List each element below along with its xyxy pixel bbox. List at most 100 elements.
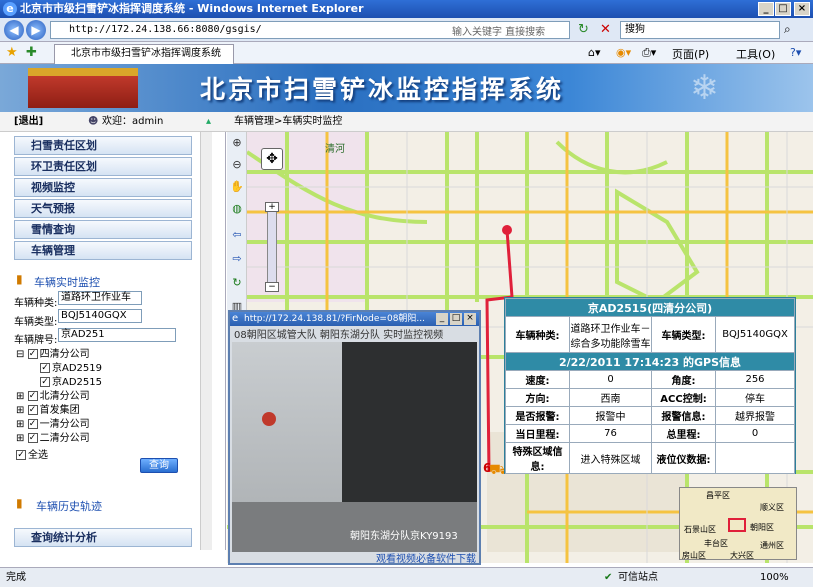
stop-icon[interactable]: ✕ xyxy=(600,22,616,38)
menu-video-monitor[interactable]: 视频监控 xyxy=(14,178,192,197)
info-value xyxy=(715,442,795,474)
info-label: 方向: xyxy=(505,388,570,407)
menu-statistics[interactable]: 查询统计分析 xyxy=(14,528,192,547)
vehicle-info-popup: 京AD2515(四清分公司) 车辆种类: 道路环卫作业车－综合多功能除雪车 车辆… xyxy=(504,297,796,474)
video-software-link[interactable]: 观看视频必备软件下载 xyxy=(376,550,476,565)
pan-hand-icon[interactable]: ✋ xyxy=(230,180,244,194)
tools-menu[interactable]: 工具(O) xyxy=(736,46,775,62)
tree-item-org[interactable]: ⊞ ✓ 二清分公司 xyxy=(16,429,90,444)
status-bar: 完成 ✔ 可信站点 100% xyxy=(0,567,813,587)
realtime-monitor-link[interactable]: 车辆实时监控 xyxy=(34,274,100,290)
sidebar-scrollbar[interactable] xyxy=(200,132,212,550)
video-popup-window[interactable]: http://172.24.138.81/?FirNode=08朝阳... e … xyxy=(228,310,481,565)
overview-label: 通州区 xyxy=(760,541,784,550)
plate-label: 车辆牌号: xyxy=(14,335,58,346)
menu-sanitation-zone[interactable]: 环卫责任区划 xyxy=(14,157,192,176)
menu-vehicle-management[interactable]: 车辆管理 xyxy=(14,241,192,260)
zoom-out-button[interactable]: − xyxy=(265,282,279,292)
close-button[interactable]: × xyxy=(794,2,810,16)
video-maximize-button[interactable]: □ xyxy=(450,313,462,325)
overview-label: 丰台区 xyxy=(704,539,728,548)
history-track-link[interactable]: 车辆历史轨迹 xyxy=(36,498,102,514)
info-value: 西南 xyxy=(569,388,652,407)
overview-map[interactable]: 昌平区 顺义区 石景山区 朝阳区 通州区 丰台区 大兴区 房山区 xyxy=(679,487,797,560)
vehicle-model-select[interactable]: BQJ5140GQX xyxy=(58,309,142,323)
help-icon[interactable]: ?▾ xyxy=(790,46,801,59)
video-feed[interactable]: 朝阳东湖分队京KY9193 xyxy=(232,342,477,552)
user-icon: ☻ xyxy=(88,116,99,127)
video-minimize-button[interactable]: _ xyxy=(436,313,448,325)
home-icon[interactable]: ⌂▾ xyxy=(588,46,601,59)
print-icon[interactable]: ⎙▾ xyxy=(642,46,656,60)
add-favorite-icon[interactable]: ✚ xyxy=(26,45,37,60)
overview-label: 顺义区 xyxy=(760,503,784,512)
back-extent-icon[interactable]: ⇦ xyxy=(230,228,244,242)
info-label: 角度: xyxy=(651,370,716,389)
search-icon[interactable]: ⌕ xyxy=(784,22,791,37)
menu-snow-query[interactable]: 雪情查询 xyxy=(14,220,192,239)
menu-weather[interactable]: 天气预报 xyxy=(14,199,192,218)
info-value: 76 xyxy=(569,424,652,443)
status-text: 完成 xyxy=(6,572,26,583)
tree-item-org[interactable]: ⊞ ✓ 北清分公司 xyxy=(16,387,90,402)
type-label: 车辆种类: xyxy=(14,298,58,309)
info-value: 停车 xyxy=(715,388,795,407)
info-bar: [退出] ☻ 欢迎：admin ▴ 车辆管理>车辆实时监控 xyxy=(0,112,813,132)
video-building xyxy=(342,342,477,502)
plate-input[interactable]: 京AD251 xyxy=(58,328,176,342)
breadcrumb: 车辆管理>车辆实时监控 xyxy=(234,116,343,127)
info-value: 0 xyxy=(715,424,795,443)
favorites-star-icon[interactable]: ★ xyxy=(6,45,18,60)
globe-icon[interactable]: ◍ xyxy=(230,202,244,216)
query-button[interactable]: 查询 xyxy=(140,458,178,473)
browser-tab[interactable]: 北京市市级扫雪铲冰指挥调度系统 xyxy=(54,44,234,64)
overview-label: 朝阳区 xyxy=(750,523,774,532)
window-title: 北京市市级扫雪铲冰指挥调度系统 - Windows Internet Explo… xyxy=(20,2,364,15)
logout-link[interactable]: [退出] xyxy=(14,112,43,132)
video-close-button[interactable]: × xyxy=(464,313,476,325)
vehicle-type-select[interactable]: 道路环卫作业车 xyxy=(58,291,142,305)
pan-control-icon[interactable]: ✥ xyxy=(261,148,283,170)
trusted-site-label: 可信站点 xyxy=(618,572,658,583)
tree-item-org[interactable]: ⊞ ✓ 一清分公司 xyxy=(16,415,90,430)
overview-extent-box[interactable] xyxy=(728,518,746,532)
minimize-button[interactable]: _ xyxy=(758,2,774,16)
tree-item-vehicle[interactable]: ✓ 京AD2519 xyxy=(40,359,102,374)
maximize-button[interactable]: □ xyxy=(775,2,791,16)
info-label: 当日里程: xyxy=(505,424,570,443)
refresh-map-icon[interactable]: ↻ xyxy=(230,276,244,290)
welcome-text: 欢迎：admin xyxy=(102,116,164,127)
snowflake-icon: ❄ xyxy=(690,68,719,108)
select-all-label: 全选 xyxy=(28,450,48,461)
trusted-site-icon: ✔ xyxy=(604,572,613,583)
collapse-arrow-icon[interactable]: ▴ xyxy=(206,112,211,132)
tree-item-vehicle[interactable]: ✓ 京AD2515 xyxy=(40,373,102,388)
info-value: 256 xyxy=(715,370,795,389)
info-label: 速度: xyxy=(505,370,570,389)
info-value: 越界报警 xyxy=(715,406,795,425)
video-overlay-text: 朝阳东湖分队京KY9193 xyxy=(350,531,458,542)
ie-logo-icon: e xyxy=(3,2,17,16)
zoom-in-icon[interactable]: ⊕ xyxy=(230,136,244,150)
zoom-in-button[interactable]: + xyxy=(265,202,279,212)
model-value: BQJ5140GQX xyxy=(715,316,795,353)
feed-icon[interactable]: ◉▾ xyxy=(616,46,631,59)
menu-snow-zone[interactable]: 扫雪责任区划 xyxy=(14,136,192,155)
ie-logo-icon: e xyxy=(232,313,239,324)
forward-button[interactable]: ▶ xyxy=(26,20,46,40)
zoom-level[interactable]: 100% xyxy=(760,568,789,587)
tiananmen-logo xyxy=(28,68,138,108)
info-label: 总里程: xyxy=(651,424,716,443)
zoom-slider[interactable] xyxy=(267,202,277,292)
zoom-out-icon[interactable]: ⊖ xyxy=(230,158,244,172)
select-all-checkbox[interactable]: ✓ 全选 xyxy=(16,446,48,461)
model-label: 车辆类型: xyxy=(651,316,716,353)
page-menu[interactable]: 页面(P) xyxy=(672,46,709,62)
search-input[interactable]: 搜狗 xyxy=(620,21,780,39)
video-caption: 08朝阳区城管大队 朝阳东湖分队 实时监控视频 xyxy=(234,330,444,341)
refresh-icon[interactable]: ↻ xyxy=(578,22,594,38)
forward-extent-icon[interactable]: ⇨ xyxy=(230,252,244,266)
back-button[interactable]: ◀ xyxy=(4,20,24,40)
tree-item-org[interactable]: ⊞ ✓ 首发集团 xyxy=(16,401,80,416)
org-tree-root[interactable]: ⊟ ✓ 四清分公司 xyxy=(16,345,90,360)
